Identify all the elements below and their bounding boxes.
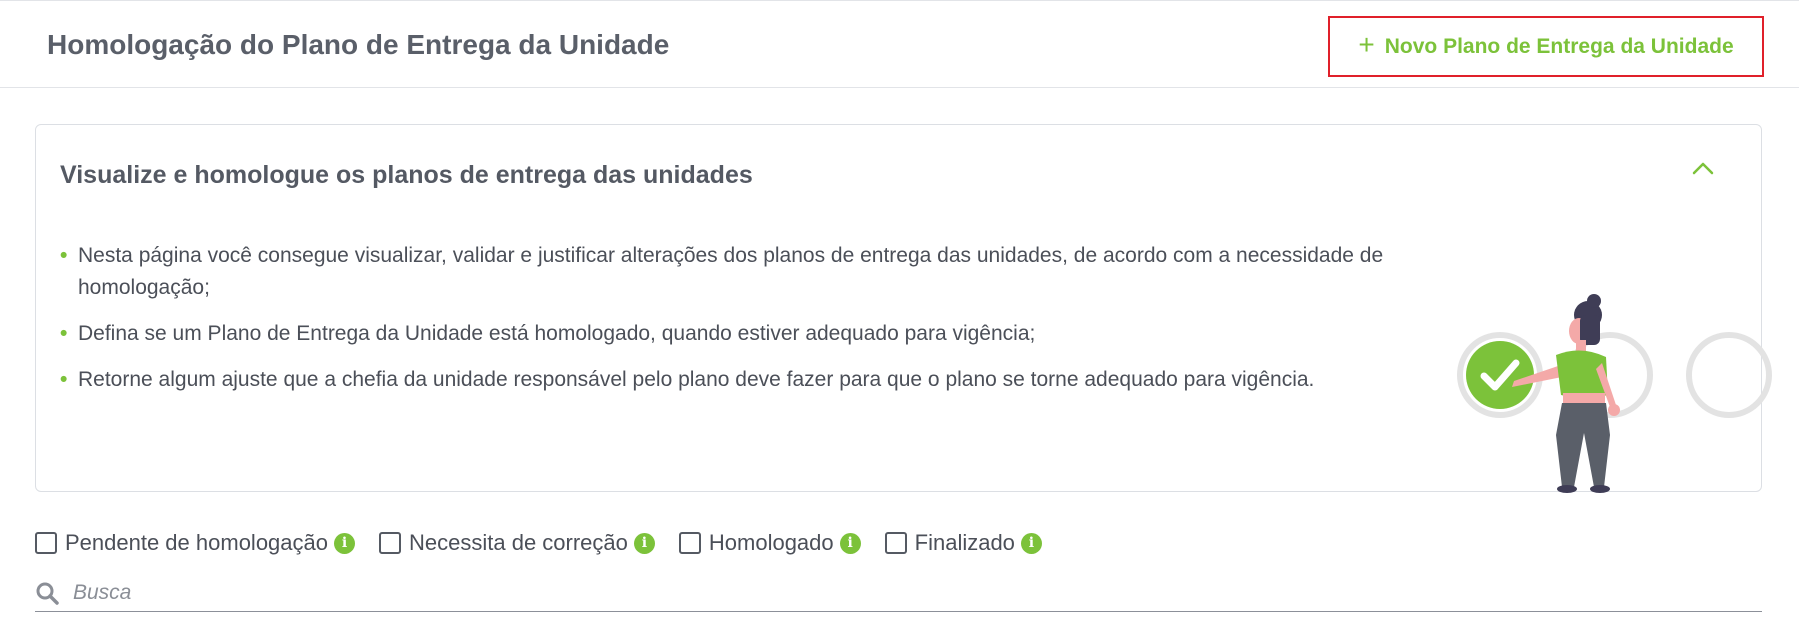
page-title: Homologação do Plano de Entrega da Unida… [47, 29, 670, 60]
info-icon[interactable]: i [839, 532, 861, 554]
page-header: Homologação do Plano de Entrega da Unida… [0, 0, 1799, 88]
search-input[interactable] [73, 580, 1673, 605]
info-card-title: Visualize e homologue os planos de entre… [60, 161, 753, 189]
filter-label: Necessita de correção [409, 530, 628, 555]
filter-label: Homologado [708, 530, 834, 555]
filter-homologado[interactable]: Homologado i [678, 530, 861, 556]
necessita-correcao-checkbox[interactable] [379, 532, 401, 554]
checklist-woman-illustration [1457, 294, 1772, 493]
plus-icon: + [1358, 29, 1375, 60]
new-delivery-plan-label: Novo Plano de Entrega da Unidade [1384, 34, 1734, 58]
info-list-item: • Nesta página você consegue visualizar, … [60, 244, 1384, 299]
info-icon[interactable]: i [1020, 532, 1042, 554]
info-card: Visualize e homologue os planos de entre… [35, 124, 1772, 493]
filter-label: Finalizado [914, 530, 1015, 555]
new-delivery-plan-button[interactable]: + Novo Plano de Entrega da Unidade [1328, 16, 1764, 77]
collapse-button[interactable] [1686, 153, 1720, 183]
info-list-item: • Defina se um Plano de Entrega da Unidad… [60, 322, 1036, 345]
finalizado-checkbox[interactable] [884, 532, 907, 554]
search-bar [35, 574, 1762, 612]
search-icon [36, 582, 59, 605]
chevron-up-icon [1692, 162, 1714, 175]
info-list: • Nesta página você consegue visualizar, … [60, 240, 1450, 410]
info-list-item: • Retorne algum ajuste que a chefia da un… [60, 368, 1315, 391]
status-filters: Pendente de homologação i Necessita de c… [35, 527, 1066, 559]
info-icon[interactable]: i [334, 532, 355, 554]
homologado-checkbox[interactable] [678, 532, 701, 554]
filter-necessita-correcao[interactable]: Necessita de correção i [379, 530, 655, 556]
filter-pendente-homologacao[interactable]: Pendente de homologação i [35, 530, 355, 556]
filter-finalizado[interactable]: Finalizado i [884, 530, 1042, 556]
info-icon[interactable]: i [633, 532, 655, 554]
filter-label: Pendente de homologação [65, 530, 328, 555]
pendente-homologacao-checkbox[interactable] [35, 532, 57, 554]
